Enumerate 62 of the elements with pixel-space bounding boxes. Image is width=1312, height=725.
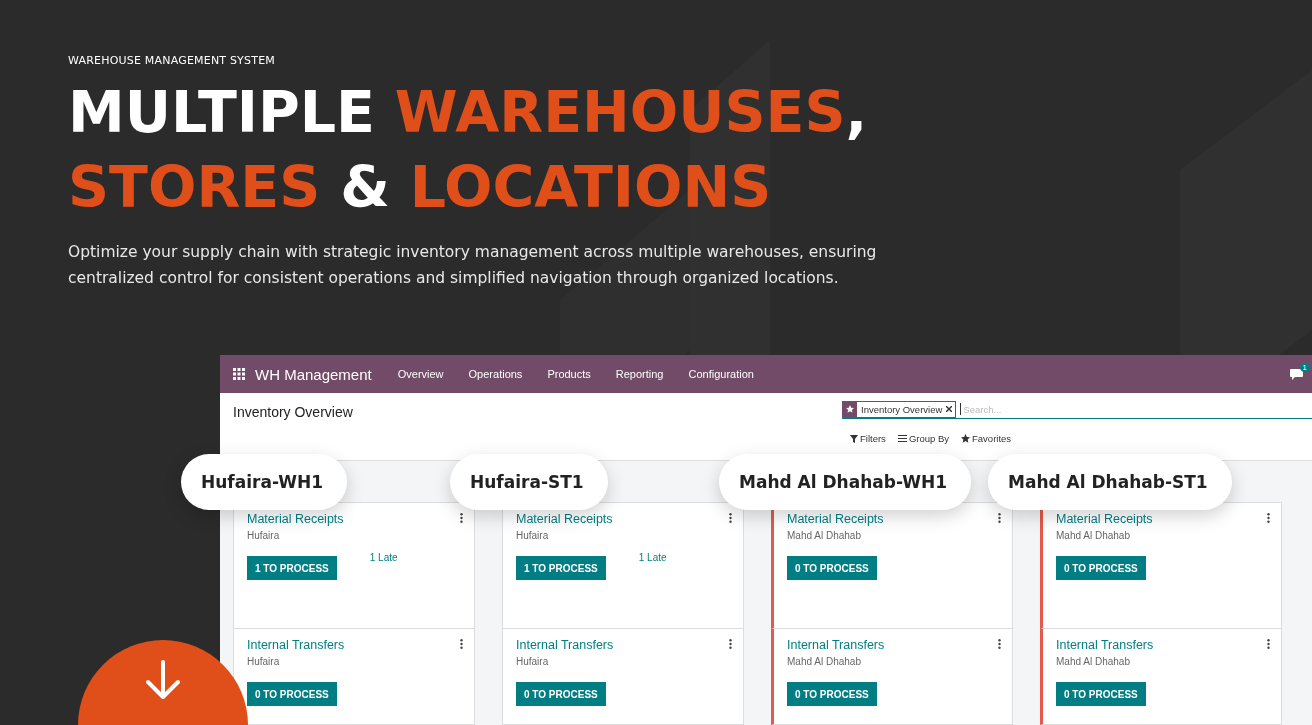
- kebab-menu-icon[interactable]: [1267, 513, 1270, 523]
- filter-icon: [850, 434, 858, 443]
- card-title[interactable]: Material Receipts: [247, 512, 462, 526]
- warehouse-label: Hufaira-WH1: [181, 454, 347, 510]
- process-button[interactable]: 0 TO PROCESS: [247, 682, 337, 706]
- card-location: Hufaira: [247, 530, 281, 541]
- process-button[interactable]: 0 TO PROCESS: [787, 682, 877, 706]
- kebab-menu-icon[interactable]: [460, 513, 463, 523]
- card-location: Mahd Al Dhahab: [787, 656, 862, 667]
- process-button[interactable]: 1 TO PROCESS: [247, 556, 337, 580]
- process-button[interactable]: 0 TO PROCESS: [787, 556, 877, 580]
- search-input[interactable]: Search...: [960, 403, 1312, 415]
- kebab-menu-icon[interactable]: [460, 639, 463, 649]
- card-location: Mahd Al Dhahab: [1056, 656, 1131, 667]
- star-icon: [846, 405, 854, 413]
- kebab-menu-icon[interactable]: [998, 639, 1001, 649]
- card-location: Mahd Al Dhahab: [787, 530, 862, 541]
- kebab-menu-icon[interactable]: [1267, 639, 1270, 649]
- chat-icon[interactable]: [1289, 368, 1303, 380]
- breadcrumb: Inventory Overview: [233, 404, 353, 420]
- description-text: Optimize your supply chain with strategic inventory management across multiple warehouses, ensuring centralized control for consistent operations and simplified navigation through organized locations.: [68, 242, 878, 289]
- close-icon[interactable]: [946, 406, 953, 412]
- card-location: Hufaira: [516, 656, 550, 667]
- warehouse-label: Mahd Al Dhahab-ST1: [988, 454, 1232, 510]
- late-link[interactable]: 1 Late: [638, 552, 667, 563]
- kebab-menu-icon[interactable]: [729, 513, 732, 523]
- menu-item[interactable]: Operations: [468, 368, 523, 380]
- card-title[interactable]: Material Receipts: [787, 512, 1000, 526]
- search-option[interactable]: Filters: [850, 433, 886, 444]
- card-title[interactable]: Material Receipts: [1056, 512, 1269, 526]
- card-title[interactable]: Internal Transfers: [516, 638, 731, 652]
- warehouse-label: Mahd Al Dhahab-WH1: [719, 454, 971, 510]
- kebab-menu-icon[interactable]: [729, 639, 732, 649]
- card-title[interactable]: Internal Transfers: [787, 638, 1000, 652]
- process-button[interactable]: 0 TO PROCESS: [1056, 556, 1146, 580]
- menu-item[interactable]: Reporting: [615, 368, 664, 380]
- menu-item[interactable]: Products: [547, 368, 591, 380]
- search-facet[interactable]: Inventory Overview: [842, 400, 957, 418]
- search-option[interactable]: Group By: [897, 433, 949, 444]
- card-location: Mahd Al Dhahab: [1056, 530, 1131, 541]
- card-title[interactable]: Material Receipts: [516, 512, 731, 526]
- menu-item[interactable]: Overview: [397, 368, 444, 380]
- card-title[interactable]: Internal Transfers: [1056, 638, 1269, 652]
- card-location: Hufaira: [247, 656, 281, 667]
- headline-text: STORES & LOCATIONS: [68, 153, 773, 222]
- process-button[interactable]: 0 TO PROCESS: [516, 682, 606, 706]
- card-location: Hufaira: [516, 530, 550, 541]
- process-button[interactable]: 1 TO PROCESS: [516, 556, 606, 580]
- star-icon: [961, 434, 970, 443]
- card-title[interactable]: Internal Transfers: [247, 638, 462, 652]
- headline-text: MULTIPLE WAREHOUSES,: [68, 78, 869, 147]
- search-option[interactable]: Favorites: [961, 433, 1012, 444]
- app-brand[interactable]: WH Management: [255, 365, 372, 383]
- warehouse-label: Hufaira-ST1: [450, 454, 608, 510]
- apps-grid-icon[interactable]: [233, 368, 245, 380]
- menu-item[interactable]: Configuration: [688, 368, 754, 380]
- notification-badge: 1: [1299, 362, 1310, 372]
- late-link[interactable]: 1 Late: [369, 552, 398, 563]
- list-icon: [897, 435, 907, 442]
- eyebrow-text: WAREHOUSE MANAGEMENT SYSTEM: [68, 54, 276, 67]
- kebab-menu-icon[interactable]: [998, 513, 1001, 523]
- process-button[interactable]: 0 TO PROCESS: [1056, 682, 1146, 706]
